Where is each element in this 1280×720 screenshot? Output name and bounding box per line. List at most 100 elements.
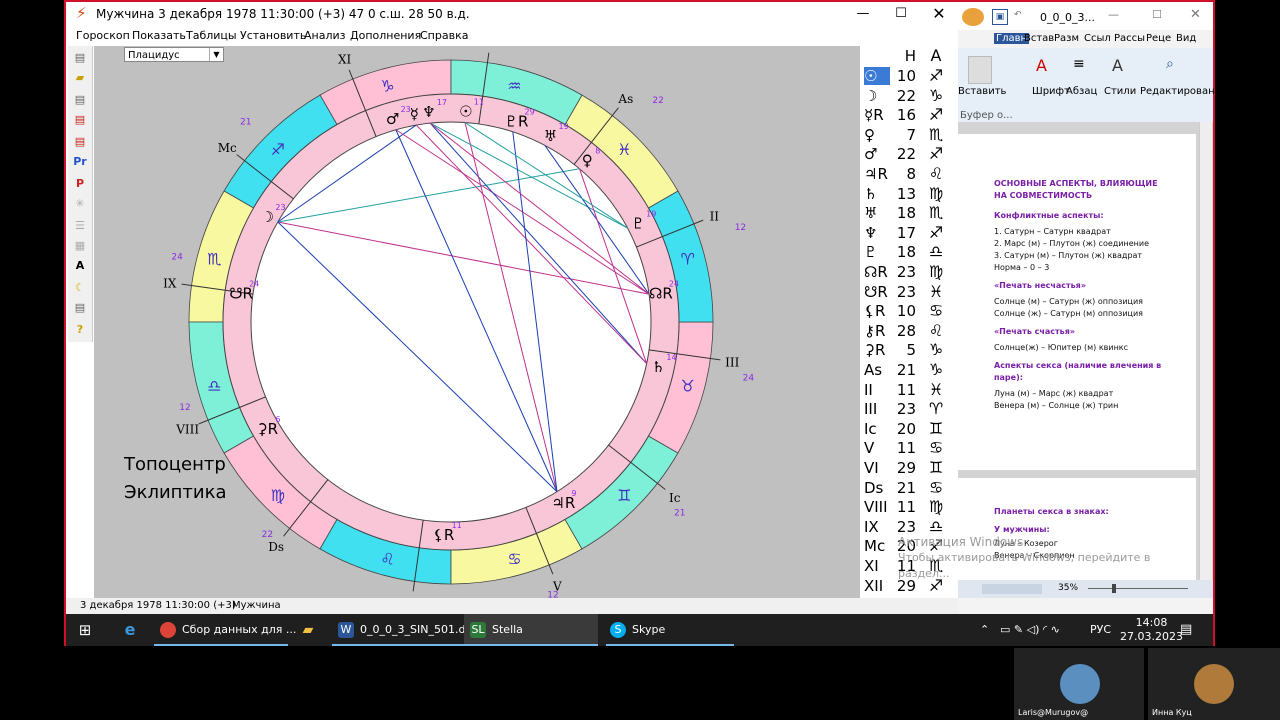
planet-row[interactable]: III 23 ♈ bbox=[860, 399, 956, 419]
print-doc-icon[interactable]: ▤ bbox=[72, 134, 88, 150]
help-icon[interactable]: ? bbox=[72, 322, 88, 338]
paragraph-label[interactable]: Абзац bbox=[1066, 86, 1097, 97]
paste-label[interactable]: Вставить bbox=[958, 86, 1006, 97]
zoom-slider[interactable] bbox=[1088, 588, 1188, 589]
menu-show[interactable]: Показать bbox=[132, 29, 186, 42]
new-file-icon[interactable]: ▤ bbox=[72, 50, 88, 66]
planet-row[interactable]: II 11 ♓ bbox=[860, 380, 956, 400]
planet-row[interactable]: Ic 20 ♊ bbox=[860, 419, 956, 439]
word-close-button[interactable]: ✕ bbox=[1190, 7, 1201, 22]
edit-doc-icon[interactable]: ▤ bbox=[72, 112, 88, 128]
planet-row[interactable]: ⚸R 10 ♋ bbox=[860, 301, 956, 321]
office-button-icon[interactable] bbox=[962, 8, 984, 26]
planet-row[interactable]: As 21 ♑ bbox=[860, 360, 956, 380]
tab-insert[interactable]: Встав bbox=[1024, 33, 1054, 44]
tab-layout[interactable]: Разм bbox=[1054, 33, 1079, 44]
house-degree: 12 bbox=[735, 223, 746, 233]
planet-degree: 22 bbox=[896, 86, 916, 105]
font-color-icon[interactable]: A bbox=[1036, 56, 1047, 75]
tab-mailings[interactable]: Рассы bbox=[1114, 33, 1145, 44]
zodiac-sign-glyph: ♓ bbox=[617, 140, 631, 159]
planet-row[interactable]: ☊R 23 ♍ bbox=[860, 262, 956, 282]
planet-row[interactable]: V 11 ♋ bbox=[860, 438, 956, 458]
undo-icon[interactable]: ↶ bbox=[1014, 10, 1022, 20]
word-maximize-button[interactable]: ☐ bbox=[1152, 8, 1162, 21]
planet-degree: 10 bbox=[896, 67, 916, 85]
maximize-button[interactable]: ☐ bbox=[882, 2, 920, 26]
paragraph-icon[interactable]: ≡ bbox=[1073, 56, 1085, 72]
planet-row[interactable]: ♆ 17 ♐ bbox=[860, 223, 956, 243]
menu-help[interactable]: Справка bbox=[420, 29, 468, 42]
zoom-slider-thumb[interactable] bbox=[1112, 584, 1116, 593]
tray-chevron-icon[interactable]: ⌃ bbox=[980, 614, 989, 646]
p-icon[interactable]: P bbox=[72, 176, 88, 192]
planet-sign: ♊ bbox=[928, 458, 944, 477]
notifications-icon[interactable]: ▤ bbox=[1180, 614, 1192, 646]
planet-row[interactable]: ⚷R 28 ♌ bbox=[860, 321, 956, 341]
file-explorer-icon[interactable]: ▰ bbox=[296, 614, 320, 646]
taskbar-word-doc[interactable]: W 0_0_0_3_SIN_501.do... bbox=[332, 614, 482, 646]
doc-line: Конфликтные аспекты: bbox=[994, 211, 1104, 220]
text-icon[interactable]: A bbox=[72, 258, 88, 274]
styles-label[interactable]: Стили bbox=[1104, 86, 1136, 97]
planet-row[interactable]: ☽ 22 ♑ bbox=[860, 86, 956, 106]
planet-row[interactable]: ⚳R 5 ♑ bbox=[860, 340, 956, 360]
font-label[interactable]: Шрифт bbox=[1032, 86, 1070, 97]
vertical-scrollbar[interactable] bbox=[1199, 122, 1212, 580]
styles-icon[interactable]: A bbox=[1112, 56, 1123, 75]
tab-view[interactable]: Вид bbox=[1176, 33, 1196, 44]
planet-row[interactable]: ♃R 8 ♌ bbox=[860, 164, 956, 184]
participant-tile-left[interactable]: Laris@Murugov@ bbox=[1014, 648, 1144, 720]
pr-icon[interactable]: Pr bbox=[72, 154, 88, 170]
menu-tables[interactable]: Таблицы bbox=[186, 29, 237, 42]
taskbar-chrome[interactable]: Сбор данных для ... bbox=[154, 614, 296, 646]
planet-row[interactable]: ☉ 10 ♐ bbox=[860, 66, 956, 86]
tray-icons[interactable]: ▭ ✎ ◁) ◜ ∿ bbox=[1000, 614, 1060, 646]
planet-row[interactable]: Ds 21 ♋ bbox=[860, 478, 956, 498]
menu-horoscope[interactable]: Гороскоп bbox=[76, 29, 130, 42]
planet-sign: ♐ bbox=[928, 105, 944, 125]
binoculars-icon[interactable]: ⌕ bbox=[1166, 56, 1174, 72]
clock[interactable]: 14:08 27.03.2023 bbox=[1120, 616, 1183, 648]
paste-icon[interactable] bbox=[968, 56, 992, 84]
taskbar-stella[interactable]: SL Stella bbox=[464, 614, 598, 646]
grid-icon[interactable]: ▦ bbox=[72, 238, 88, 254]
taskbar-skype[interactable]: S Skype bbox=[606, 614, 738, 646]
menu-setup[interactable]: Установить bbox=[240, 29, 306, 42]
planet-row[interactable]: ☿R 16 ♐ bbox=[860, 105, 956, 125]
moon-icon[interactable]: ☾ bbox=[72, 280, 88, 296]
menu-analysis[interactable]: Анализ bbox=[304, 29, 346, 42]
planet-degree: 17 bbox=[437, 98, 447, 107]
close-button[interactable]: ✕ bbox=[920, 2, 958, 26]
planet-row[interactable]: VIII 11 ♍ bbox=[860, 497, 956, 517]
planet-degree: 5 bbox=[906, 341, 916, 360]
planet-row[interactable]: VI 29 ♊ bbox=[860, 458, 956, 478]
planet-row[interactable]: ♄ 13 ♍ bbox=[860, 184, 956, 204]
save-icon[interactable]: ▣ bbox=[992, 9, 1008, 25]
word-minimize-button[interactable]: — bbox=[1108, 8, 1119, 21]
lines-icon[interactable]: ☰ bbox=[72, 218, 88, 234]
tab-review[interactable]: Реце bbox=[1146, 33, 1171, 44]
planet-row[interactable]: ♀ 7 ♏ bbox=[860, 125, 956, 145]
natal-chart-wheel[interactable]: ♑♐♏♎♍♌♋♊♉♈♓♒XII30XI12Mc21IX24VIII12Ds22V… bbox=[94, 46, 860, 598]
header-h: H bbox=[904, 47, 916, 65]
open-folder-icon[interactable]: ▰ bbox=[72, 70, 88, 86]
view-buttons[interactable] bbox=[982, 584, 1042, 594]
planet-row[interactable]: ☋R 23 ♓ bbox=[860, 282, 956, 302]
edge-icon[interactable]: e bbox=[118, 614, 142, 646]
planet-row[interactable]: ♅ 18 ♏ bbox=[860, 203, 956, 223]
tab-references[interactable]: Ссыл bbox=[1084, 33, 1111, 44]
planet-degree: 7 bbox=[906, 125, 916, 144]
document-icon[interactable]: ▤ bbox=[72, 92, 88, 108]
editing-label[interactable]: Редактирован bbox=[1140, 86, 1215, 97]
windows-start-icon[interactable]: ⊞ bbox=[70, 614, 100, 646]
planet-degree: 23 bbox=[896, 400, 916, 419]
asterisk-icon[interactable]: ✳ bbox=[72, 196, 88, 212]
planet-row[interactable]: ♂ 22 ♐ bbox=[860, 144, 956, 164]
report-icon[interactable]: ▤ bbox=[72, 300, 88, 316]
menu-addons[interactable]: Дополнения bbox=[350, 29, 421, 42]
participant-tile-right[interactable]: Инна Куц bbox=[1148, 648, 1280, 720]
planet-row[interactable]: ♇ 18 ♎ bbox=[860, 242, 956, 262]
language-indicator[interactable]: РУС bbox=[1090, 614, 1111, 646]
minimize-button[interactable]: — bbox=[844, 2, 882, 26]
